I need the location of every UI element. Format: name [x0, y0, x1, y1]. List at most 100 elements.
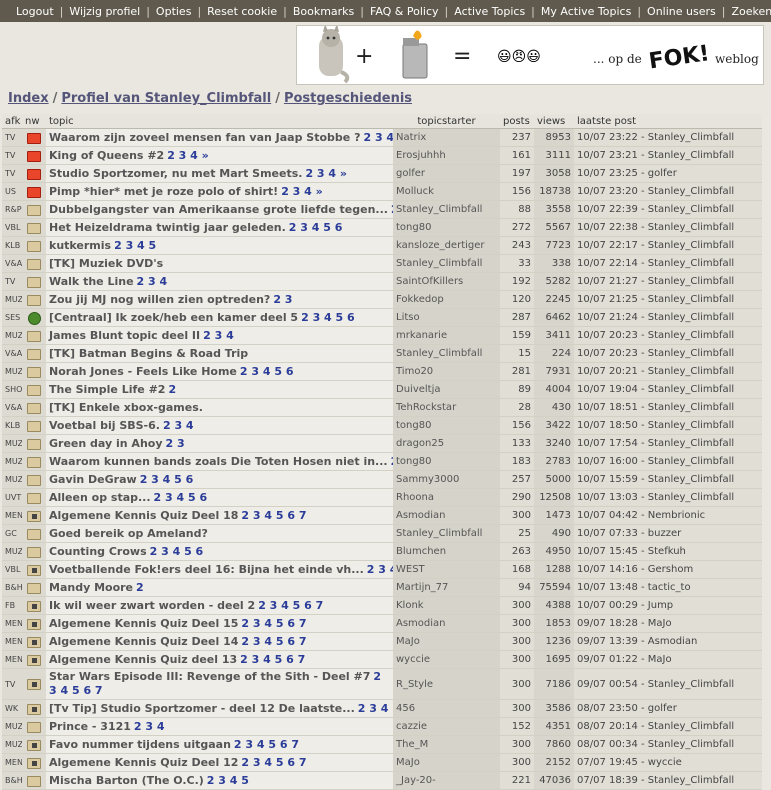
topic-starter[interactable]: The_M: [393, 735, 500, 754]
topic-starter[interactable]: TehRockstar: [393, 398, 500, 417]
forum-abbreviation[interactable]: VBL: [2, 218, 22, 237]
last-post[interactable]: 10/07 23:25 - golfer: [574, 164, 762, 183]
forum-abbreviation[interactable]: TV: [2, 128, 22, 147]
topic-page-links[interactable]: 2 3 4 5 6 7: [358, 702, 393, 715]
topic-starter[interactable]: Asmodian: [393, 506, 500, 525]
topic-starter[interactable]: 456: [393, 699, 500, 718]
topic-page-links[interactable]: 2 3 4 5 6 7: [241, 635, 306, 648]
topic-page-links[interactable]: 2 3 4: [203, 329, 234, 342]
last-post[interactable]: 10/07 04:42 - Nembrionic: [574, 506, 762, 525]
topic-starter[interactable]: WEST: [393, 560, 500, 579]
topic-starter[interactable]: tong80: [393, 452, 500, 471]
forum-abbreviation[interactable]: V&A: [2, 398, 22, 417]
topic-link[interactable]: Norah Jones - Feels Like Home: [49, 365, 237, 378]
topic-page-links[interactable]: 2 3 4 5 »: [363, 131, 393, 144]
topic-link[interactable]: Mandy Moore: [49, 581, 133, 594]
topic-page-links[interactable]: 2 3: [273, 293, 292, 306]
last-post[interactable]: 10/07 19:04 - Stanley_Climbfall: [574, 380, 762, 399]
forum-abbreviation[interactable]: MEN: [2, 506, 22, 525]
forum-abbreviation[interactable]: MUZ: [2, 362, 22, 381]
topic-link[interactable]: Favo nummer tijdens uitgaan: [49, 738, 231, 751]
topic-link[interactable]: Gavin DeGraw: [49, 473, 137, 486]
topic-link[interactable]: Waarom zijn zoveel mensen fan van Jaap S…: [49, 131, 360, 144]
last-post[interactable]: 10/07 18:50 - Stanley_Climbfall: [574, 416, 762, 435]
topic-link[interactable]: Zou jij MJ nog willen zien optreden?: [49, 293, 270, 306]
forum-abbreviation[interactable]: WK: [2, 699, 22, 718]
topic-starter[interactable]: Stanley_Climbfall: [393, 524, 500, 543]
topic-page-links[interactable]: 2 3 4 5 6 7: [241, 617, 306, 630]
forum-abbreviation[interactable]: SES: [2, 308, 22, 327]
last-post[interactable]: 10/07 15:59 - Stanley_Climbfall: [574, 470, 762, 489]
topic-starter[interactable]: Stanley_Climbfall: [393, 344, 500, 363]
last-post[interactable]: 10/07 23:22 - Stanley_Climbfall: [574, 128, 762, 147]
last-post[interactable]: 09/07 13:39 - Asmodian: [574, 632, 762, 651]
topic-link[interactable]: Green day in Ahoy: [49, 437, 163, 450]
forum-abbreviation[interactable]: SHO: [2, 380, 22, 399]
topic-starter[interactable]: Sammy3000: [393, 470, 500, 489]
forum-abbreviation[interactable]: US: [2, 182, 22, 201]
topic-page-links[interactable]: 2: [391, 203, 393, 216]
topic-link[interactable]: The Simple Life #2: [49, 383, 165, 396]
topic-link[interactable]: Prince - 3121: [49, 720, 131, 733]
topic-page-links[interactable]: 2 3 4 »: [305, 167, 347, 180]
topic-link[interactable]: Studio Sportzomer, nu met Mart Smeets.: [49, 167, 302, 180]
topic-starter[interactable]: Fokkedop: [393, 290, 500, 309]
topic-link[interactable]: Voetballende Fok!ers deel 16: Bijna het …: [49, 563, 364, 576]
topic-page-links[interactable]: 2 3 4: [137, 275, 168, 288]
forum-abbreviation[interactable]: R&P: [2, 200, 22, 219]
topic-starter[interactable]: Litso: [393, 308, 500, 327]
forum-abbreviation[interactable]: MUZ: [2, 434, 22, 453]
last-post[interactable]: 10/07 00:29 - Jump: [574, 596, 762, 615]
forum-abbreviation[interactable]: TV: [2, 164, 22, 183]
nav-link-my-active-topics[interactable]: My Active Topics: [541, 5, 631, 18]
forum-abbreviation[interactable]: MEN: [2, 650, 22, 669]
topic-starter[interactable]: Timo20: [393, 362, 500, 381]
last-post[interactable]: 10/07 13:03 - Stanley_Climbfall: [574, 488, 762, 507]
last-post[interactable]: 08/07 23:50 - golfer: [574, 699, 762, 718]
topic-page-links[interactable]: 2 3 4 5 6 7: [258, 599, 323, 612]
topic-link[interactable]: Algemene Kennis Quiz Deel 15: [49, 617, 238, 630]
forum-abbreviation[interactable]: KLB: [2, 416, 22, 435]
last-post[interactable]: 10/07 15:45 - Stefkuh: [574, 542, 762, 561]
topic-starter[interactable]: _Jay-20-: [393, 771, 500, 790]
last-post[interactable]: 10/07 20:23 - Stanley_Climbfall: [574, 326, 762, 345]
nav-link-online-users[interactable]: Online users: [647, 5, 716, 18]
topic-starter[interactable]: MaJo: [393, 632, 500, 651]
topic-page-links[interactable]: 2 3: [166, 437, 185, 450]
forum-abbreviation[interactable]: MEN: [2, 753, 22, 772]
topic-starter[interactable]: wyccie: [393, 650, 500, 669]
forum-abbreviation[interactable]: MEN: [2, 632, 22, 651]
nav-link-reset-cookie[interactable]: Reset cookie: [207, 5, 277, 18]
topic-link[interactable]: [TK] Muziek DVD's: [49, 257, 163, 270]
forum-abbreviation[interactable]: MUZ: [2, 452, 22, 471]
topic-starter[interactable]: Duiveltja: [393, 380, 500, 399]
topic-link[interactable]: Voetbal bij SBS-6.: [49, 419, 160, 432]
nav-link-opties[interactable]: Opties: [156, 5, 192, 18]
topic-link[interactable]: Algemene Kennis Quiz deel 13: [49, 653, 237, 666]
last-post[interactable]: 10/07 21:27 - Stanley_Climbfall: [574, 272, 762, 291]
forum-abbreviation[interactable]: MUZ: [2, 542, 22, 561]
topic-page-links[interactable]: 2 3 4 5 6 7: [241, 509, 306, 522]
topic-link[interactable]: Waarom kunnen bands zoals Die Toten Hose…: [49, 455, 388, 468]
last-post[interactable]: 10/07 16:00 - Stanley_Climbfall: [574, 452, 762, 471]
forum-abbreviation[interactable]: V&A: [2, 254, 22, 273]
topic-link[interactable]: Het Heizeldrama twintig jaar geleden.: [49, 221, 286, 234]
topic-page-links[interactable]: 2 3 4 5 6: [301, 311, 355, 324]
topic-starter[interactable]: Erosjuhhh: [393, 146, 500, 165]
topic-starter[interactable]: Stanley_Climbfall: [393, 200, 500, 219]
topic-page-links[interactable]: 2 3 4 5 6: [154, 491, 208, 504]
last-post[interactable]: 10/07 23:21 - Stanley_Climbfall: [574, 146, 762, 165]
last-post[interactable]: 10/07 17:54 - Stanley_Climbfall: [574, 434, 762, 453]
topic-page-links[interactable]: 2 3 4: [391, 455, 393, 468]
topic-link[interactable]: [Tv Tip] Studio Sportzomer - deel 12 De …: [49, 702, 355, 715]
last-post[interactable]: 07/07 18:39 - Stanley_Climbfall: [574, 771, 762, 790]
topic-link[interactable]: Algemene Kennis Quiz Deel 18: [49, 509, 238, 522]
last-post[interactable]: 07/07 19:45 - wyccie: [574, 753, 762, 772]
nav-link-wijzig-profiel[interactable]: Wijzig profiel: [69, 5, 140, 18]
last-post[interactable]: 10/07 21:24 - Stanley_Climbfall: [574, 308, 762, 327]
topic-starter[interactable]: dragon25: [393, 434, 500, 453]
topic-link[interactable]: King of Queens #2: [49, 149, 164, 162]
forum-abbreviation[interactable]: KLB: [2, 236, 22, 255]
forum-abbreviation[interactable]: MUZ: [2, 470, 22, 489]
topic-starter[interactable]: golfer: [393, 164, 500, 183]
